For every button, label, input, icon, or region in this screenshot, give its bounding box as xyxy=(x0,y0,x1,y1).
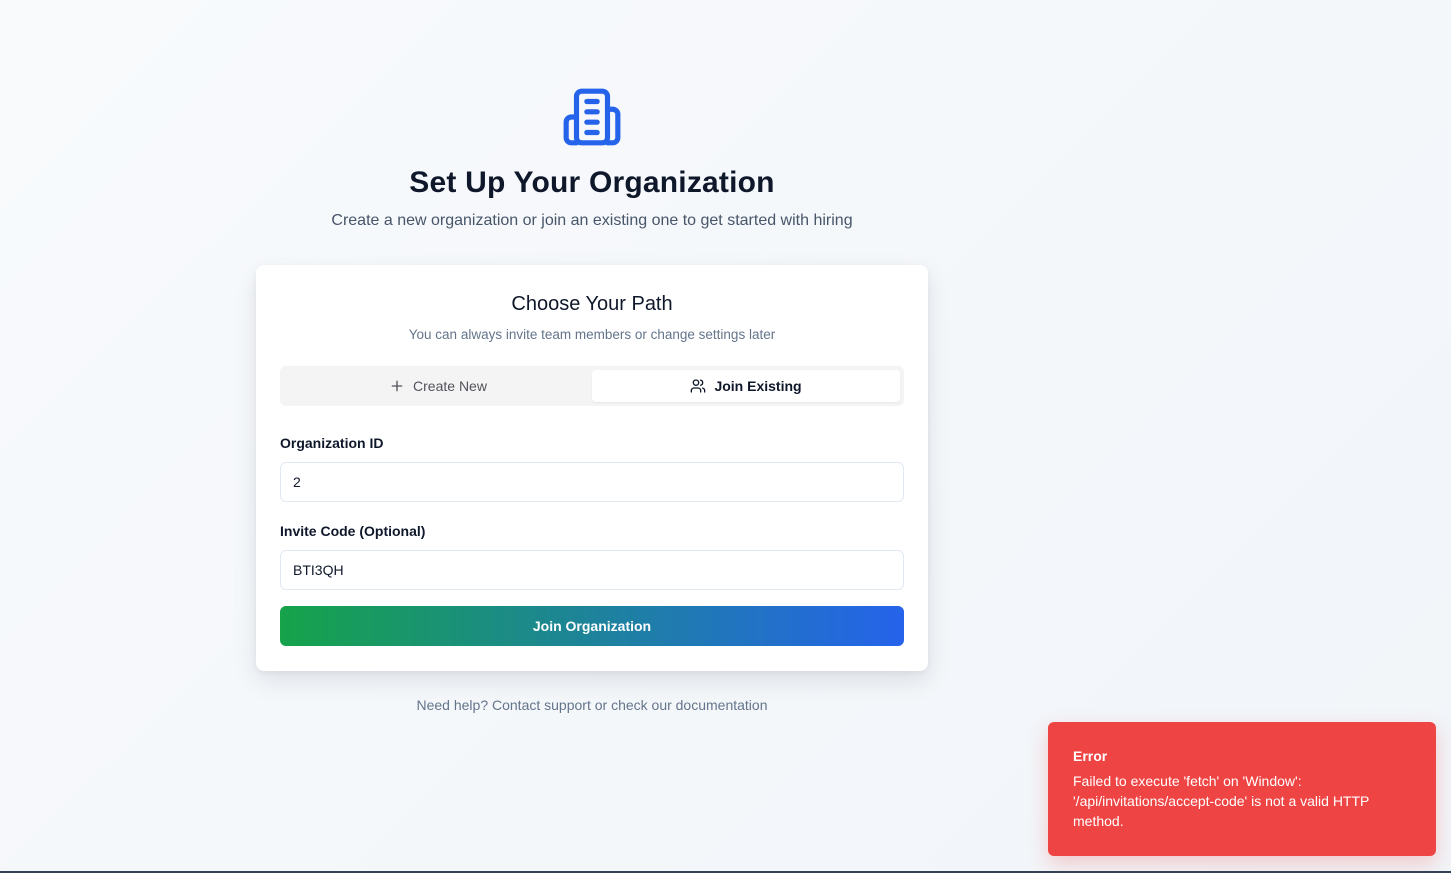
tab-join-existing[interactable]: Join Existing xyxy=(592,370,900,402)
page-title: Set Up Your Organization xyxy=(409,166,775,199)
tab-create-new[interactable]: Create New xyxy=(284,370,592,402)
path-tabs: Create New Join Existing xyxy=(280,366,904,406)
tab-create-new-label: Create New xyxy=(413,378,487,394)
invite-code-label: Invite Code (Optional) xyxy=(280,523,426,539)
setup-card: Choose Your Path You can always invite t… xyxy=(256,265,928,671)
organization-id-input[interactable] xyxy=(280,462,904,502)
error-toast[interactable]: Error Failed to execute 'fetch' on 'Wind… xyxy=(1048,722,1436,856)
users-icon xyxy=(691,379,706,393)
toast-title: Error xyxy=(1073,748,1108,764)
card-subtitle: You can always invite team members or ch… xyxy=(408,327,776,342)
tab-join-existing-label: Join Existing xyxy=(714,378,802,394)
page-subtitle: Create a new organization or join an exi… xyxy=(331,212,853,229)
plus-icon xyxy=(391,380,403,392)
join-organization-button[interactable]: Join Organization xyxy=(280,606,904,646)
organization-id-label: Organization ID xyxy=(280,435,384,451)
toast-message: Failed to execute 'fetch' on 'Window': '… xyxy=(1073,773,1370,829)
invite-code-input[interactable] xyxy=(280,550,904,590)
card-title: Choose Your Path xyxy=(511,293,673,315)
help-text: Need help? Contact support or check our … xyxy=(416,697,768,713)
building-icon xyxy=(563,88,621,146)
page-header: Set Up Your Organization Create a new or… xyxy=(256,86,928,230)
